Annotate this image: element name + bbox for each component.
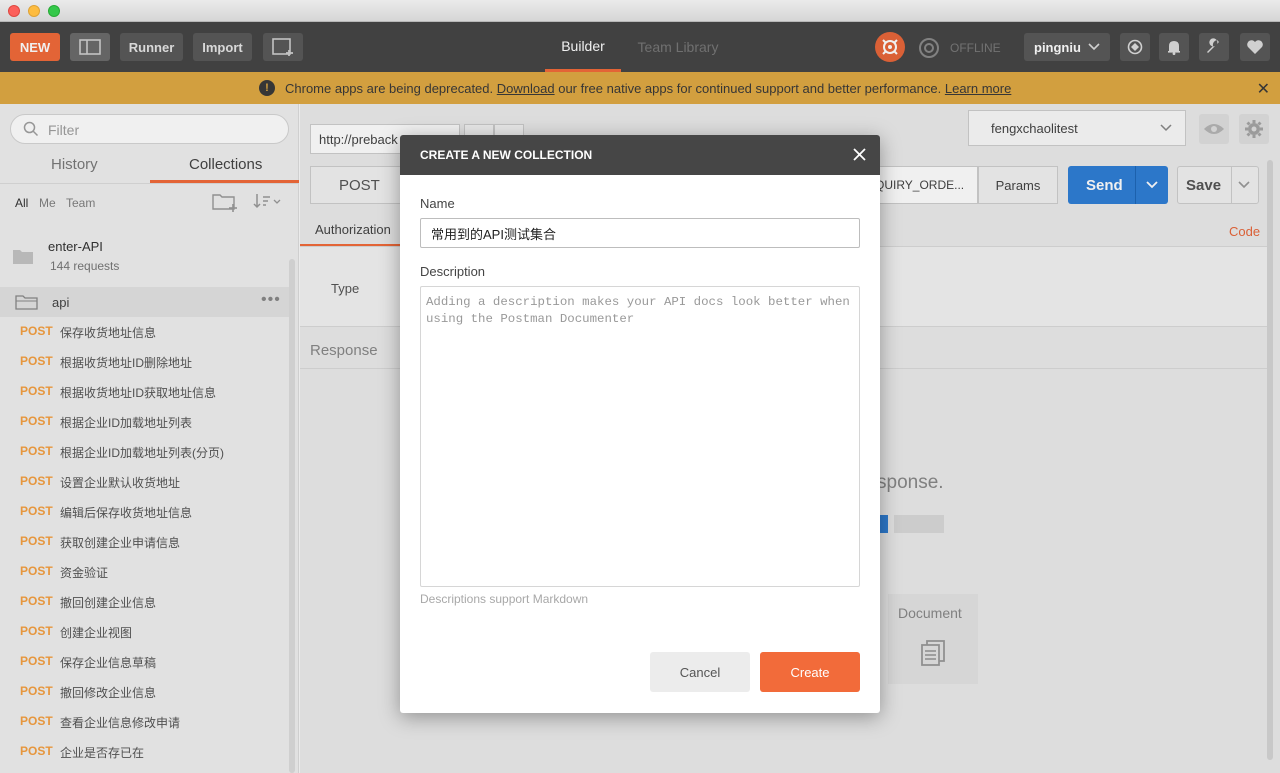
create-button[interactable]: Create <box>760 652 860 692</box>
dialog-title: CREATE A NEW COLLECTION <box>420 148 593 162</box>
description-textarea[interactable] <box>420 286 860 587</box>
create-collection-dialog: CREATE A NEW COLLECTION Name Description… <box>400 135 880 713</box>
maximize-window-button[interactable] <box>48 5 60 17</box>
close-icon[interactable] <box>852 147 867 162</box>
dialog-header: CREATE A NEW COLLECTION <box>400 135 880 175</box>
name-label: Name <box>420 196 455 211</box>
markdown-hint: Descriptions support Markdown <box>420 592 589 606</box>
description-label: Description <box>420 264 486 279</box>
close-window-button[interactable] <box>8 5 20 17</box>
collection-name-input[interactable] <box>420 218 860 248</box>
minimize-window-button[interactable] <box>28 5 40 17</box>
window-titlebar <box>0 0 1280 22</box>
cancel-button[interactable]: Cancel <box>650 652 750 692</box>
